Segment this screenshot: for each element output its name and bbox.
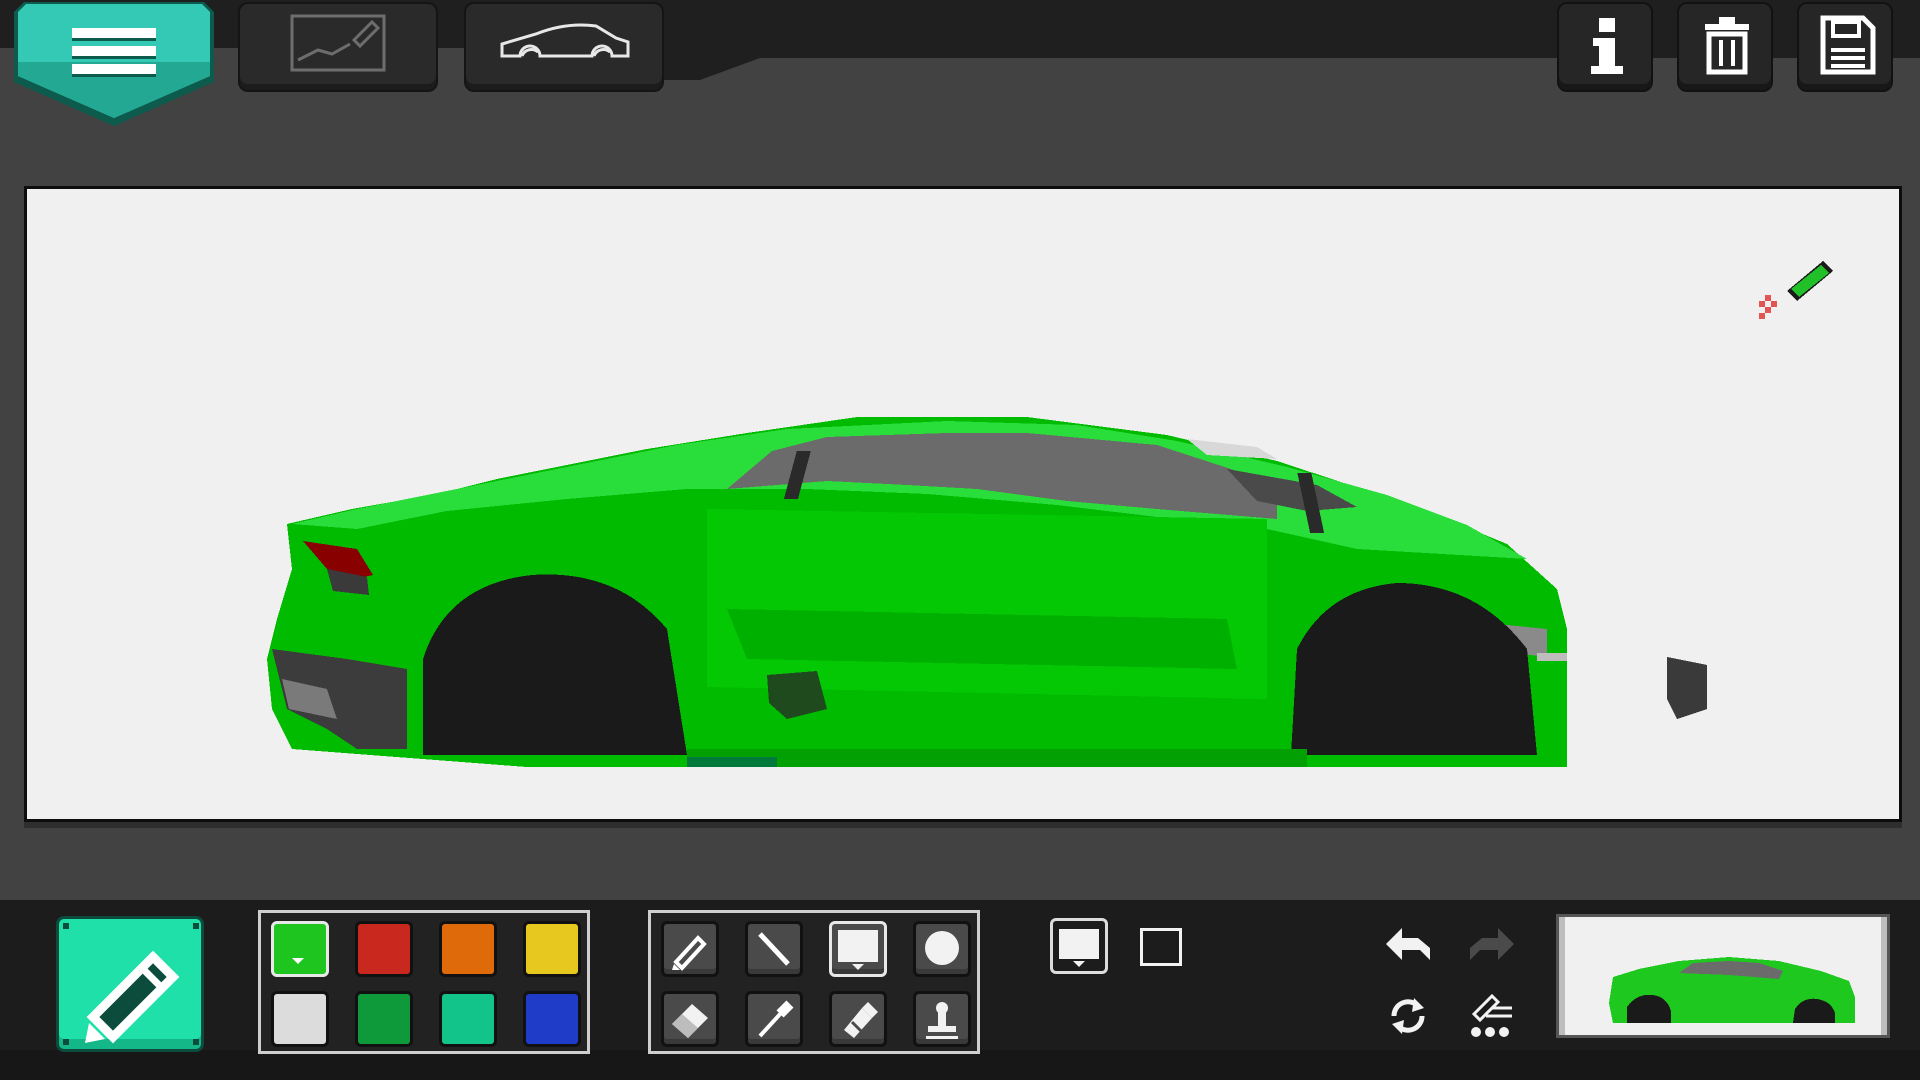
green-sports-car-pixel-art (267, 261, 1833, 767)
tab-car-outline[interactable] (464, 2, 664, 92)
pixel-car-editor (0, 0, 1920, 1080)
color-palette (258, 910, 590, 1054)
line-tool-icon (758, 932, 790, 966)
info-button[interactable] (1557, 2, 1653, 92)
eyedropper-tool-icon (758, 1000, 794, 1038)
brush-size-tool[interactable] (829, 921, 887, 977)
layers-settings-button[interactable] (1462, 988, 1522, 1044)
tool-grid (648, 910, 980, 1054)
pencil-icon (63, 923, 199, 1045)
bottom-ridge (0, 1050, 1920, 1080)
circle-tool[interactable] (913, 921, 971, 977)
draw-mode-button[interactable] (56, 916, 204, 1052)
brush-size-large-icon (838, 930, 878, 970)
car-outline-icon (500, 23, 630, 58)
redo-icon (1470, 928, 1514, 960)
pencil-tool[interactable] (661, 921, 719, 977)
stamp-tool-icon (926, 1002, 958, 1039)
swatch-yellow[interactable] (523, 921, 581, 977)
eraser-tool-icon (672, 1004, 708, 1038)
size-small-button[interactable] (1140, 928, 1182, 966)
swatch-green[interactable] (271, 921, 329, 977)
top-bar (0, 0, 1920, 126)
swatch-blue[interactable] (523, 991, 581, 1047)
hamburger-menu-icon (14, 2, 214, 126)
sketch-frame-icon (290, 14, 386, 72)
tab-sketch[interactable] (238, 2, 438, 92)
layers-settings-icon (1471, 993, 1512, 1037)
save-floppy-icon (1820, 15, 1876, 75)
fill-marker-tool-icon (844, 1002, 878, 1038)
fill-marker-tool[interactable] (829, 991, 887, 1047)
swatch-red[interactable] (355, 921, 413, 977)
trash-icon (1705, 17, 1749, 75)
refresh-button[interactable] (1378, 988, 1438, 1044)
save-button[interactable] (1797, 2, 1893, 92)
undo-button[interactable] (1378, 920, 1438, 976)
eyedropper-tool[interactable] (745, 991, 803, 1047)
circle-tool-icon (925, 931, 959, 965)
main-menu-button[interactable] (14, 2, 214, 130)
canvas-frame (24, 186, 1902, 822)
stamp-tool[interactable] (913, 991, 971, 1047)
thumbnail-preview[interactable] (1556, 914, 1890, 1038)
line-tool[interactable] (745, 921, 803, 977)
green-pencil-cursor-icon (1759, 261, 1833, 319)
drawing-canvas[interactable] (27, 189, 1899, 819)
redo-button[interactable] (1462, 920, 1522, 976)
undo-icon (1386, 928, 1430, 960)
swatch-dark-green[interactable] (355, 991, 413, 1047)
size-large-icon (1059, 929, 1099, 967)
clear-canvas-button[interactable] (1677, 2, 1773, 92)
swatch-orange[interactable] (439, 921, 497, 977)
eraser-tool[interactable] (661, 991, 719, 1047)
preview-car-thumbnail (1559, 917, 1887, 1035)
swatch-teal[interactable] (439, 991, 497, 1047)
selected-indicator-icon (292, 958, 304, 964)
refresh-icon (1391, 998, 1425, 1034)
info-icon (1591, 18, 1623, 74)
size-large-button[interactable] (1050, 918, 1108, 974)
swatch-light-gray[interactable] (271, 991, 329, 1047)
bottom-toolbar (0, 900, 1920, 1080)
pencil-tool-icon (672, 935, 707, 971)
